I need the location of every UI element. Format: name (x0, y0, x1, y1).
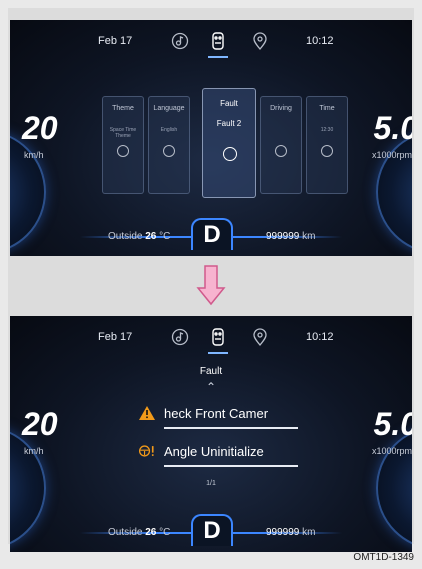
menu-card-value: Fault 2 (216, 119, 242, 128)
outside-label: Outside (108, 231, 143, 242)
date: Feb 17 (98, 331, 133, 343)
warning-triangle-icon (138, 405, 156, 421)
clock: 10:12 (306, 35, 334, 47)
gear-indicator: D (191, 218, 233, 250)
clock: 10:12 (306, 331, 334, 343)
speed-unit: km/h (24, 446, 44, 456)
menu-card-value: Space Time Theme (109, 127, 137, 139)
top-bar: Feb 17 10:12 (10, 28, 412, 58)
menu-card-language[interactable]: Language English (148, 96, 190, 194)
fault-steering-icon (223, 147, 237, 161)
rpm-value: 5.0 (373, 406, 412, 442)
menu-card-value: English (160, 127, 178, 133)
menu-card-title: Language (153, 105, 185, 112)
instrument-cluster-fault: Feb 17 10:12 20 km/h 5.0 x1000rpm Fault … (10, 316, 412, 552)
gear-indicator: D (191, 514, 233, 546)
fault-item-text: heck Front Camer (164, 405, 269, 421)
menu-card-driving[interactable]: Driving (260, 96, 302, 194)
navigation-icon[interactable] (250, 30, 270, 52)
theme-icon (117, 145, 129, 157)
menu-card-title: Driving (270, 105, 292, 112)
menu-card-fault[interactable]: Fault Fault 2 (202, 88, 256, 198)
fault-title: Fault (199, 366, 223, 377)
outside-temp-value: 26 (145, 231, 157, 242)
odometer-value: 999999 (266, 527, 300, 538)
outside-label: Outside (108, 527, 143, 538)
outside-temperature: Outside 26 °C (108, 231, 170, 242)
figure-caption: OMT1D-1349 (353, 552, 414, 563)
music-icon[interactable] (170, 326, 190, 348)
navigation-icon[interactable] (250, 326, 270, 348)
settings-menu: Theme Space Time Theme Language English … (102, 88, 348, 198)
rpm-unit: x1000rpm (371, 150, 412, 160)
speed-value: 20 (22, 110, 58, 146)
menu-card-title: Theme (112, 105, 134, 112)
instrument-cluster-menu: Feb 17 10:12 20 km/h 5.0 x1000rpm Theme … (10, 20, 412, 256)
rpm-value: 5.0 (373, 110, 412, 146)
odometer-value: 999999 (266, 231, 300, 242)
arrow-down-icon (196, 264, 226, 306)
bottom-bar: Outside 26 °C D 999999 km (10, 216, 412, 256)
odometer: 999999 km (266, 231, 316, 242)
outside-temp-value: 26 (145, 527, 157, 538)
driving-icon (275, 145, 287, 157)
odometer-unit: km (302, 527, 316, 538)
bottom-bar: Outside 26 °C D 999999 km (10, 512, 412, 552)
date: Feb 17 (98, 35, 133, 47)
vehicle-info-icon[interactable] (208, 326, 228, 354)
fault-item-text: Angle Uninitialize (164, 443, 264, 459)
menu-card-value: 12:30 (320, 127, 334, 133)
odometer: 999999 km (266, 527, 316, 538)
speed-value: 20 (22, 406, 58, 442)
chevron-up-icon[interactable]: ⌃ (206, 380, 216, 394)
speed-unit: km/h (24, 150, 44, 160)
rpm-unit: x1000rpm (371, 446, 412, 456)
menu-card-title: Time (319, 105, 335, 112)
outside-temp-unit: °C (159, 231, 171, 242)
menu-card-time[interactable]: Time 12:30 (306, 96, 348, 194)
page-count: 1/1 (206, 480, 216, 487)
steering-warning-icon (138, 443, 156, 459)
music-icon[interactable] (170, 30, 190, 52)
outside-temperature: Outside 26 °C (108, 527, 170, 538)
menu-card-title: Fault (220, 99, 238, 108)
vehicle-info-icon[interactable] (208, 30, 228, 58)
top-bar: Feb 17 10:12 (10, 324, 412, 354)
fault-item[interactable]: heck Front Camer (138, 400, 308, 429)
odometer-unit: km (302, 231, 316, 242)
language-icon (163, 145, 175, 157)
menu-card-theme[interactable]: Theme Space Time Theme (102, 96, 144, 194)
outside-temp-unit: °C (159, 527, 171, 538)
fault-item[interactable]: Angle Uninitialize (138, 438, 308, 467)
clock-icon (321, 145, 333, 157)
